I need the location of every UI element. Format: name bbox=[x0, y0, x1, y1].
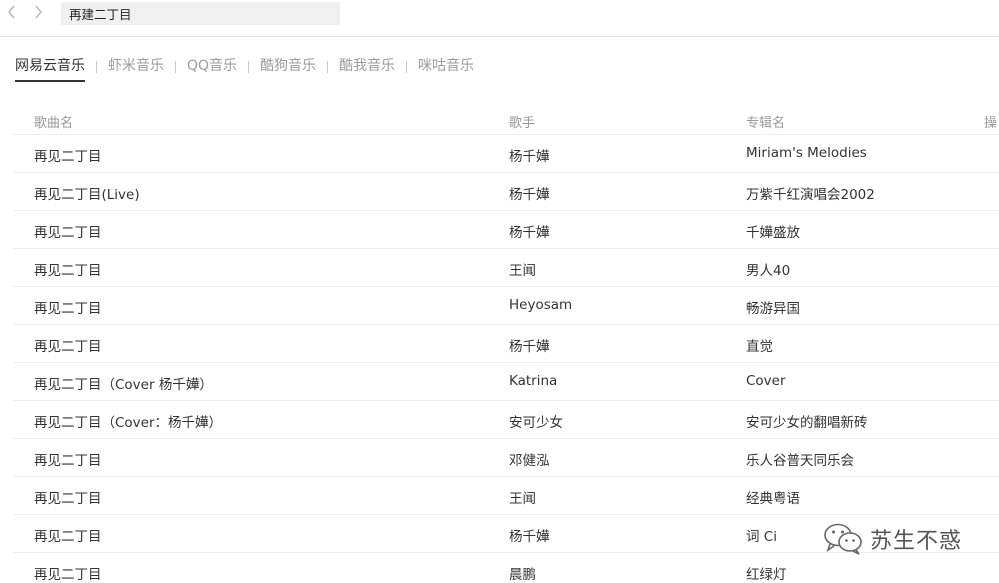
table-row[interactable]: 再见二丁目（Cover：杨千嬅） 安可少女 安可少女的翻唱新砖 bbox=[13, 401, 999, 439]
album-name: Cover bbox=[746, 373, 786, 389]
tab-source-4[interactable]: 酷我音乐 bbox=[339, 56, 395, 82]
artist-name: 安可少女 bbox=[509, 415, 563, 431]
table-row[interactable]: 再见二丁目 晨鹏 红绿灯 bbox=[13, 553, 999, 583]
tab-separator bbox=[327, 61, 329, 73]
tab-source-2[interactable]: QQ音乐 bbox=[187, 56, 237, 82]
album-name: 直觉 bbox=[746, 339, 773, 355]
table-row[interactable]: 再见二丁目 Heyosam 畅游异国 bbox=[13, 287, 999, 325]
artist-name: 杨千嬅 bbox=[509, 529, 550, 545]
table-row[interactable]: 再见二丁目(Live) 杨千嬅 万紫千红演唱会2002 bbox=[13, 173, 999, 211]
album-name: 千嬅盛放 bbox=[746, 225, 800, 241]
table-row[interactable]: 再见二丁目 杨千嬅 千嬅盛放 bbox=[13, 211, 999, 249]
album-name: 畅游异国 bbox=[746, 301, 800, 317]
header-artist[interactable]: 歌手 bbox=[509, 112, 535, 131]
song-title: 再见二丁目 bbox=[34, 149, 102, 165]
tab-separator bbox=[248, 61, 250, 73]
tab-source-0[interactable]: 网易云音乐 bbox=[15, 56, 85, 82]
table-header: 歌曲名 歌手 专辑名 操 bbox=[13, 108, 999, 135]
song-title: 再见二丁目 bbox=[34, 339, 102, 355]
album-name: Miriam's Melodies bbox=[746, 145, 867, 161]
table-row[interactable]: 再见二丁目 杨千嬅 Miriam's Melodies bbox=[13, 135, 999, 173]
results-table: 歌曲名 歌手 专辑名 操 再见二丁目 杨千嬅 Miriam's Melodies 再见… bbox=[13, 108, 999, 583]
search-input[interactable] bbox=[69, 5, 329, 22]
album-name: 红绿灯 bbox=[746, 567, 787, 583]
chevron-left-icon[interactable] bbox=[4, 5, 18, 21]
chevron-right-icon[interactable] bbox=[31, 5, 45, 21]
album-name: 男人40 bbox=[746, 263, 791, 279]
artist-name: 邓健泓 bbox=[509, 453, 550, 469]
artist-name: 晨鹏 bbox=[509, 567, 536, 583]
source-tabs: 网易云音乐 虾米音乐 QQ音乐 酷狗音乐 酷我音乐 咪咕音乐 bbox=[15, 56, 474, 82]
song-title: 再见二丁目(Live) bbox=[34, 187, 140, 203]
album-name: 万紫千红演唱会2002 bbox=[746, 187, 875, 203]
song-title: 再见二丁目 bbox=[34, 301, 102, 317]
song-title: 再见二丁目 bbox=[34, 529, 102, 545]
artist-name: 杨千嬅 bbox=[509, 225, 550, 241]
album-name: 安可少女的翻唱新砖 bbox=[746, 415, 868, 431]
tab-separator bbox=[175, 61, 176, 73]
song-title: 再见二丁目 bbox=[34, 263, 102, 279]
watermark: 苏生不惑 bbox=[822, 521, 962, 557]
header-album[interactable]: 专辑名 bbox=[746, 112, 785, 131]
tab-source-1[interactable]: 虾米音乐 bbox=[108, 56, 164, 82]
artist-name: 王闻 bbox=[509, 491, 536, 507]
table-row[interactable]: 再见二丁目 王闻 男人40 bbox=[13, 249, 999, 287]
table-row[interactable]: 再见二丁目 杨千嬅 直觉 bbox=[13, 325, 999, 363]
tab-source-5[interactable]: 咪咕音乐 bbox=[418, 56, 474, 82]
table-body: 再见二丁目 杨千嬅 Miriam's Melodies 再见二丁目(Live) 杨千嬅万… bbox=[13, 135, 999, 583]
wechat-icon bbox=[824, 523, 862, 555]
song-title: 再见二丁目 bbox=[34, 491, 102, 507]
top-bar bbox=[0, 0, 999, 37]
tab-separator bbox=[96, 61, 97, 73]
table-row[interactable]: 再见二丁目（Cover 杨千嬅） Katrina Cover bbox=[13, 363, 999, 401]
artist-name: Heyosam bbox=[509, 297, 573, 313]
header-song[interactable]: 歌曲名 bbox=[34, 112, 73, 131]
song-title: 再见二丁目（Cover：杨千嬅） bbox=[34, 415, 223, 431]
album-name: 经典粤语 bbox=[746, 491, 800, 507]
album-name: 词 Ci bbox=[746, 529, 777, 545]
watermark-text: 苏生不惑 bbox=[870, 529, 963, 554]
search-box bbox=[61, 2, 340, 25]
table-row[interactable]: 再见二丁目 王闻 经典粤语 bbox=[13, 477, 999, 515]
table-row[interactable]: 再见二丁目 邓健泓 乐人谷普天同乐会 bbox=[13, 439, 999, 477]
header-operation: 操 bbox=[984, 116, 998, 131]
artist-name: 杨千嬅 bbox=[509, 187, 550, 203]
song-title: 再见二丁目 bbox=[34, 453, 102, 469]
artist-name: Katrina bbox=[509, 373, 558, 389]
artist-name: 杨千嬅 bbox=[509, 339, 550, 355]
tab-source-3[interactable]: 酷狗音乐 bbox=[260, 56, 316, 82]
artist-name: 杨千嬅 bbox=[509, 149, 550, 165]
artist-name: 王闻 bbox=[509, 263, 536, 279]
tab-separator bbox=[406, 61, 408, 73]
song-title: 再见二丁目 bbox=[34, 225, 102, 241]
song-title: 再见二丁目 bbox=[34, 567, 102, 583]
album-name: 乐人谷普天同乐会 bbox=[746, 453, 854, 469]
song-title: 再见二丁目（Cover 杨千嬅） bbox=[34, 377, 213, 393]
